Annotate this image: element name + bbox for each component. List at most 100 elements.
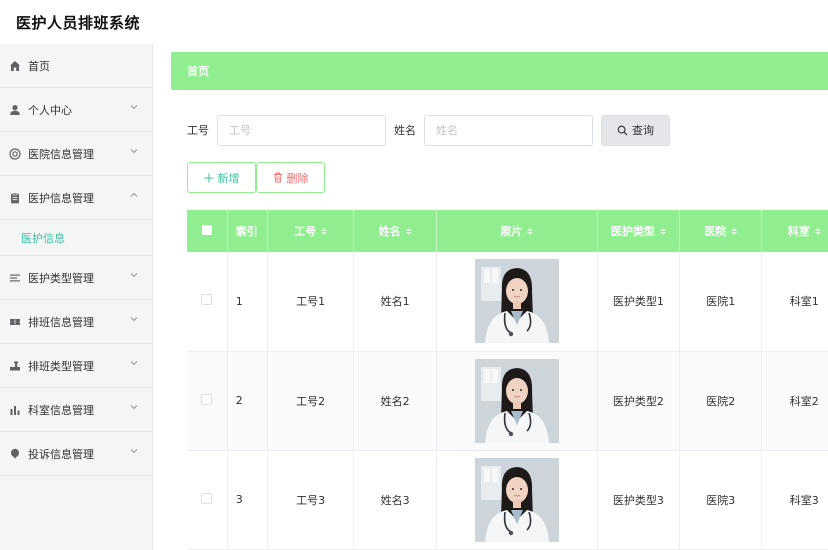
user-icon	[8, 103, 22, 117]
cell-name: 姓名2	[353, 351, 437, 451]
cell-name: 姓名1	[353, 252, 437, 352]
row-checkbox[interactable]	[187, 450, 228, 550]
staff-table: 索引 工号 姓名 照片 医护类型 医院 科室 1 工号1 姓名1 医护类型1 医…	[187, 210, 828, 550]
cell-job-no: 工号2	[267, 351, 355, 451]
column-header-index: 索引	[227, 210, 268, 252]
sidebar: 首页 个人中心 医院信息管理 医护信息管理 医护信息 医护类型管理 排班信息管理	[0, 44, 153, 550]
query-button-label: 查询	[632, 124, 654, 137]
sort-icon[interactable]	[814, 227, 821, 235]
sort-icon[interactable]	[659, 227, 666, 235]
cell-type: 医护类型3	[597, 450, 681, 550]
list-icon	[8, 271, 22, 285]
plus-icon	[204, 173, 214, 183]
top-header: 医护人员排班系统	[0, 0, 828, 44]
column-header-photo[interactable]: 照片	[436, 210, 598, 252]
cell-hospital: 医院1	[679, 252, 763, 352]
delete-button[interactable]: 删除	[256, 162, 325, 193]
column-header-name[interactable]: 姓名	[353, 210, 437, 252]
sidebar-item-label: 投诉信息管理	[28, 447, 94, 461]
sidebar-item-label: 医护类型管理	[28, 271, 94, 285]
breadcrumb: 首页	[171, 52, 828, 90]
cell-photo	[436, 450, 598, 550]
cell-hospital: 医院3	[679, 450, 763, 550]
sidebar-item-schedule-type[interactable]: 排班类型管理	[0, 344, 152, 388]
cell-job-no: 工号3	[267, 450, 355, 550]
chevron-down-icon	[130, 449, 138, 454]
app-title: 医护人员排班系统	[16, 14, 141, 32]
job-no-input[interactable]	[217, 114, 386, 146]
cell-dept: 科室1	[761, 252, 828, 352]
add-button-label: 新增	[217, 171, 240, 185]
sidebar-item-label: 个人中心	[28, 103, 72, 117]
table-row[interactable]: 1 工号1 姓名1 医护类型1 医院1 科室1	[187, 252, 828, 352]
sidebar-item-department[interactable]: 科室信息管理	[0, 388, 152, 432]
sidebar-item-staff-type[interactable]: 医护类型管理	[0, 256, 152, 300]
balloon-icon	[8, 447, 22, 461]
sidebar-item-hospital[interactable]: 医院信息管理	[0, 132, 152, 176]
sidebar-item-label: 首页	[28, 59, 50, 73]
chevron-down-icon	[130, 317, 138, 322]
row-checkbox[interactable]	[187, 252, 228, 352]
column-header-dept[interactable]: 科室	[761, 210, 828, 252]
stamp-icon	[8, 359, 22, 373]
cell-photo	[436, 252, 598, 352]
chevron-down-icon	[130, 405, 138, 410]
sidebar-item-label: 科室信息管理	[28, 403, 94, 417]
cell-type: 医护类型1	[597, 252, 681, 352]
chevron-down-icon	[130, 105, 138, 110]
sort-icon[interactable]	[405, 227, 412, 235]
cell-job-no: 工号1	[267, 252, 355, 352]
clipboard-icon	[8, 191, 22, 205]
sidebar-item-profile[interactable]: 个人中心	[0, 88, 152, 132]
staff-photo[interactable]	[474, 457, 559, 542]
breadcrumb-home[interactable]: 首页	[187, 63, 209, 79]
cell-dept: 科室3	[761, 450, 828, 550]
name-label: 姓名	[394, 124, 416, 137]
cell-hospital: 医院2	[679, 351, 763, 451]
staff-photo[interactable]	[474, 259, 559, 344]
search-bar: 工号 姓名 查询	[187, 114, 670, 146]
action-bar: 新增 删除	[187, 162, 325, 193]
sidebar-item-home[interactable]: 首页	[0, 44, 152, 88]
column-header-hospital[interactable]: 医院	[679, 210, 763, 252]
sidebar-subitem-medical-info[interactable]: 医护信息	[0, 220, 152, 256]
search-icon	[617, 125, 628, 135]
cell-dept: 科室2	[761, 351, 828, 451]
query-button[interactable]: 查询	[601, 114, 670, 146]
column-header-job-no[interactable]: 工号	[267, 210, 355, 252]
staff-photo[interactable]	[474, 358, 559, 443]
delete-button-label: 删除	[286, 171, 309, 185]
chevron-down-icon	[130, 273, 138, 278]
sort-icon[interactable]	[321, 227, 328, 235]
name-input[interactable]	[424, 114, 593, 146]
add-button[interactable]: 新增	[187, 162, 256, 193]
sidebar-item-label: 排班信息管理	[28, 315, 94, 329]
column-header-type[interactable]: 医护类型	[597, 210, 681, 252]
bar-chart-icon	[8, 403, 22, 417]
sort-icon[interactable]	[731, 227, 738, 235]
cell-name: 姓名3	[353, 450, 437, 550]
row-checkbox[interactable]	[187, 351, 228, 451]
chevron-down-icon	[130, 149, 138, 154]
sidebar-item-label: 医院信息管理	[28, 147, 94, 161]
select-all-checkbox[interactable]	[187, 210, 228, 252]
sidebar-item-label: 排班类型管理	[28, 359, 94, 373]
lifebuoy-icon	[8, 147, 22, 161]
cell-index: 2	[227, 351, 268, 451]
table-row[interactable]: 3 工号3 姓名3 医护类型3 医院3 科室3	[187, 450, 828, 550]
chevron-down-icon	[130, 361, 138, 366]
cell-index: 3	[227, 450, 268, 550]
chevron-up-icon	[130, 192, 138, 197]
sidebar-item-label: 医护信息管理	[28, 191, 94, 205]
home-icon	[8, 59, 22, 73]
sidebar-item-schedule[interactable]: 排班信息管理	[0, 300, 152, 344]
sort-icon[interactable]	[527, 227, 534, 235]
cell-photo	[436, 351, 598, 451]
table-row[interactable]: 2 工号2 姓名2 医护类型2 医院2 科室2	[187, 351, 828, 451]
job-no-label: 工号	[187, 124, 209, 137]
sidebar-item-medical-staff[interactable]: 医护信息管理	[0, 176, 152, 220]
table-header-row: 索引 工号 姓名 照片 医护类型 医院 科室	[187, 210, 828, 252]
ticket-icon	[8, 315, 22, 329]
trash-icon	[273, 172, 283, 183]
sidebar-item-complaint[interactable]: 投诉信息管理	[0, 432, 152, 476]
